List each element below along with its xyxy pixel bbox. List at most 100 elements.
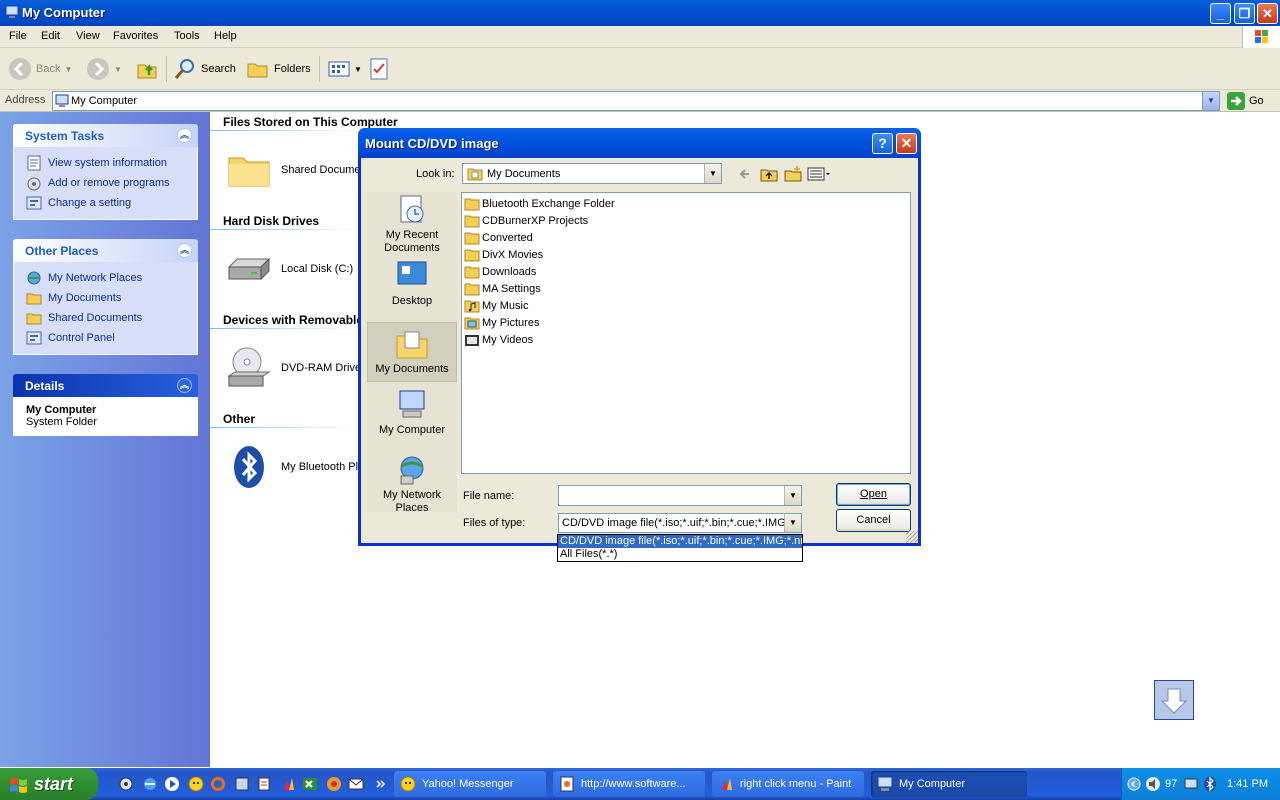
collapse-chevron-icon[interactable]: ︽: [177, 243, 192, 258]
place-my-network-places[interactable]: My Network Places: [367, 454, 457, 514]
shared-documents-item[interactable]: Shared Documer: [225, 146, 364, 194]
list-item[interactable]: CDBurnerXP Projects: [464, 212, 588, 229]
look-in-label: Look in:: [416, 168, 455, 180]
menu-help[interactable]: Help: [214, 30, 237, 42]
shared-documents-link[interactable]: Shared Documents: [26, 308, 197, 328]
restore-button[interactable]: ❐: [1234, 3, 1255, 24]
open-button[interactable]: Open: [836, 483, 911, 506]
list-item[interactable]: My Videos: [464, 331, 533, 348]
menu-view[interactable]: View: [76, 30, 100, 42]
list-item[interactable]: Downloads: [464, 263, 536, 280]
tray-expand-icon[interactable]: [1127, 776, 1141, 792]
quicklaunch-email-icon[interactable]: [348, 776, 364, 792]
details-header[interactable]: Details ︽: [13, 374, 198, 397]
tray-speaker-icon[interactable]: [1145, 776, 1161, 792]
local-disk-item[interactable]: Local Disk (C:): [225, 245, 353, 293]
pictures-folder-icon: [464, 317, 480, 329]
list-item[interactable]: My Pictures: [464, 314, 539, 331]
help-button[interactable]: ?: [872, 133, 893, 154]
quicklaunch-tool-icon[interactable]: [256, 776, 272, 792]
show-more-chevron-icon[interactable]: [372, 776, 388, 792]
list-item[interactable]: MA Settings: [464, 280, 541, 297]
my-documents-link[interactable]: My Documents: [26, 288, 197, 308]
collapse-chevron-icon[interactable]: ︽: [177, 378, 192, 393]
forward-button[interactable]: ▼: [86, 54, 122, 84]
minimize-button[interactable]: _: [1210, 3, 1231, 24]
file-name-input[interactable]: ▼: [558, 485, 802, 506]
task-paint[interactable]: right click menu - Paint: [712, 771, 864, 797]
properties-button[interactable]: [369, 54, 389, 84]
view-menu-icon[interactable]: [807, 166, 831, 182]
address-input[interactable]: My Computer ▼: [52, 91, 1220, 111]
go-button[interactable]: Go: [1227, 92, 1264, 110]
list-item[interactable]: DivX Movies: [464, 246, 543, 263]
tray-network-icon[interactable]: [1183, 776, 1199, 792]
files-of-type-select[interactable]: CD/DVD image file(*.iso;*.uif;*.bin;*.cu…: [558, 513, 802, 533]
dropdown-arrow-icon[interactable]: ▼: [704, 164, 721, 183]
dvd-ram-drive-item[interactable]: DVD-RAM Drive (: [225, 344, 368, 392]
scroll-down-arrow-icon[interactable]: [1154, 680, 1194, 720]
place-my-computer[interactable]: My Computer: [367, 389, 457, 441]
window-titlebar[interactable]: My Computer _ ❐ ✕: [0, 0, 1280, 26]
dialog-titlebar[interactable]: Mount CD/DVD image ? ✕: [358, 128, 921, 158]
cancel-button[interactable]: Cancel: [836, 509, 911, 532]
change-setting-link[interactable]: Change a setting: [26, 193, 197, 213]
other-places-header[interactable]: Other Places ︽: [13, 239, 198, 262]
my-bluetooth-places-item[interactable]: My Bluetooth Pla: [225, 443, 364, 491]
dropdown-arrow-icon[interactable]: ▼: [784, 514, 801, 532]
menu-favorites[interactable]: Favorites: [113, 30, 158, 42]
views-button[interactable]: ▼: [328, 54, 362, 84]
up-one-level-icon[interactable]: [760, 166, 778, 182]
quicklaunch-firefox-icon[interactable]: [326, 776, 342, 792]
look-in-dropdown[interactable]: My Documents ▼: [462, 163, 722, 184]
quicklaunch-settings-icon[interactable]: [118, 776, 134, 792]
list-item[interactable]: Bluetooth Exchange Folder: [464, 195, 615, 212]
quicklaunch-app-icon[interactable]: [234, 776, 250, 792]
collapse-chevron-icon[interactable]: ︽: [177, 128, 192, 143]
control-panel-link[interactable]: Control Panel: [26, 328, 197, 348]
quicklaunch-paint-icon[interactable]: [280, 776, 296, 792]
media-player-icon[interactable]: [164, 776, 180, 792]
list-item[interactable]: Converted: [464, 229, 533, 246]
system-tasks-header[interactable]: System Tasks ︽: [13, 124, 198, 147]
file-list[interactable]: Bluetooth Exchange Folder CDBurnerXP Pro…: [461, 192, 911, 474]
clock[interactable]: 1:41 PM: [1227, 778, 1268, 790]
back-button[interactable]: Back ▼: [8, 54, 72, 84]
resize-grip[interactable]: [906, 531, 918, 543]
type-option-all-files[interactable]: All Files(*.*): [558, 548, 802, 561]
my-network-places-link[interactable]: My Network Places: [26, 268, 197, 288]
list-item[interactable]: My Music: [464, 297, 528, 314]
internet-explorer-icon[interactable]: [142, 776, 158, 792]
menu-tools[interactable]: Tools: [174, 30, 200, 42]
add-remove-programs-link[interactable]: Add or remove programs: [26, 173, 197, 193]
yahoo-messenger-icon[interactable]: [188, 776, 204, 792]
quicklaunch-excel-icon[interactable]: [302, 776, 318, 792]
back-arrow-icon[interactable]: [737, 166, 755, 182]
other-places-panel: Other Places ︽ My Network Places My Docu…: [13, 239, 198, 355]
view-system-information-link[interactable]: View system information: [26, 153, 197, 173]
type-option-image[interactable]: CD/DVD image file(*.iso;*.uif;*.bin;*.cu…: [558, 535, 802, 548]
menu-file[interactable]: File: [9, 30, 27, 42]
task-yahoo-messenger[interactable]: Yahoo! Messenger: [394, 771, 546, 797]
firefox-icon[interactable]: [210, 776, 226, 792]
address-dropdown-button[interactable]: ▼: [1202, 92, 1219, 110]
folders-button[interactable]: Folders: [246, 54, 311, 84]
up-folder-button[interactable]: [135, 54, 159, 84]
place-my-documents[interactable]: My Documents: [367, 322, 457, 382]
tray-bluetooth-icon[interactable]: [1203, 776, 1217, 792]
task-browser[interactable]: http://www.software...: [553, 771, 705, 797]
start-button[interactable]: start: [0, 768, 98, 800]
dialog-close-button[interactable]: ✕: [896, 133, 917, 154]
place-label: My Documents: [375, 363, 449, 375]
start-label: start: [34, 774, 74, 794]
yahoo-messenger-icon: [400, 776, 416, 792]
place-desktop[interactable]: Desktop: [367, 260, 457, 312]
task-label: http://www.software...: [581, 778, 686, 790]
new-folder-icon[interactable]: [784, 166, 802, 182]
task-my-computer[interactable]: My Computer: [871, 771, 1027, 797]
dropdown-arrow-icon[interactable]: ▼: [784, 486, 801, 505]
menu-edit[interactable]: Edit: [41, 30, 60, 42]
search-button[interactable]: Search: [173, 54, 236, 84]
close-button[interactable]: ✕: [1257, 3, 1278, 24]
place-my-recent-documents[interactable]: My Recent Documents: [367, 194, 457, 258]
